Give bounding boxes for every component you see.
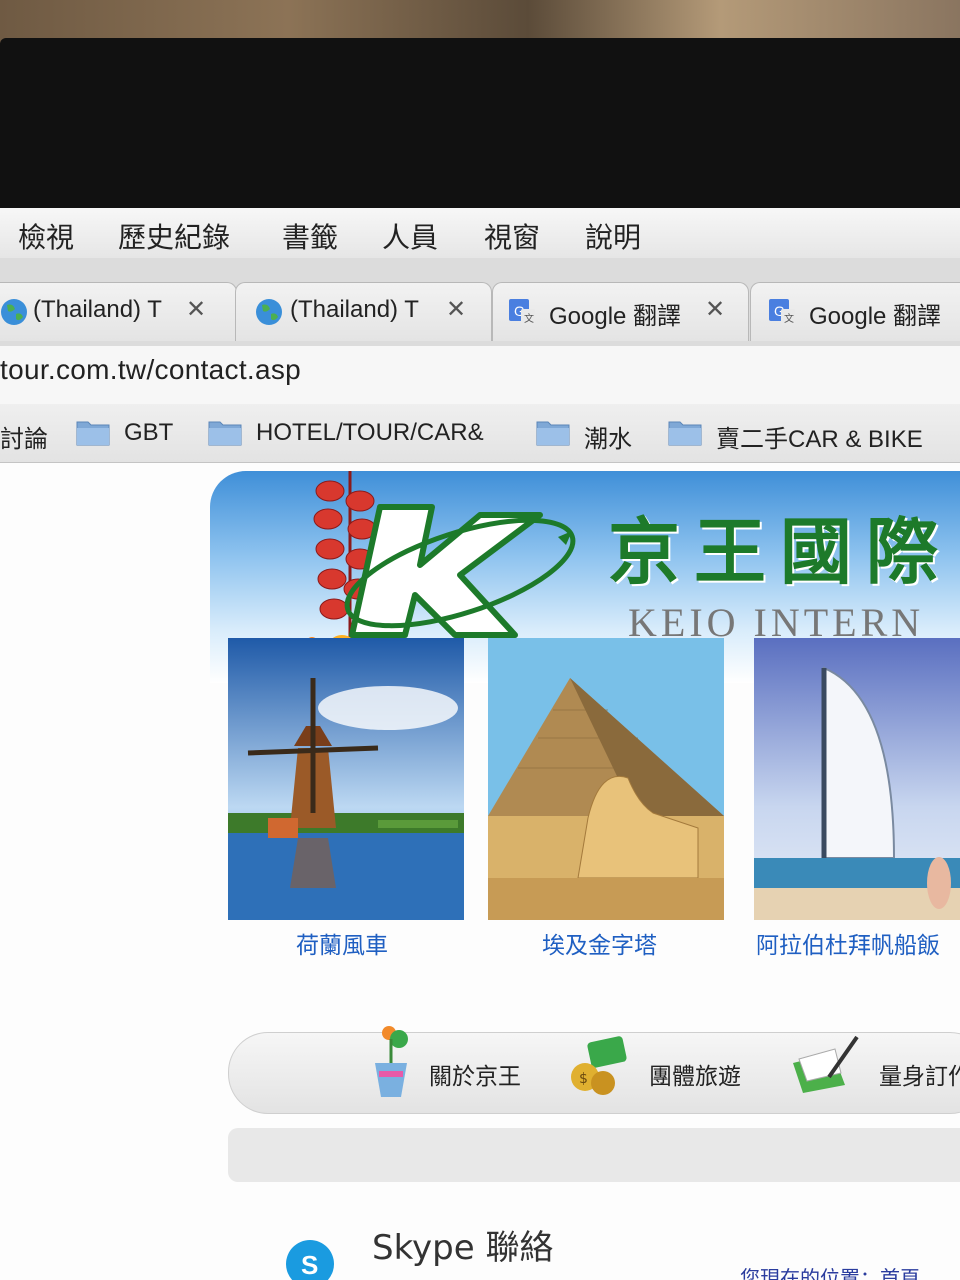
content-band	[228, 1128, 960, 1182]
destination-photo-pyramid[interactable]	[488, 638, 724, 920]
bookmark-partial[interactable]: 討論	[0, 419, 48, 454]
tab-label: (Thailand) T	[33, 296, 162, 323]
svg-text:$: $	[579, 1071, 588, 1087]
destination-photo-windmill[interactable]	[228, 638, 464, 920]
caption-pyramid[interactable]: 埃及金字塔	[542, 926, 657, 960]
company-name-cn: 京王國際	[608, 509, 953, 594]
close-icon[interactable]: ✕	[705, 295, 725, 323]
close-icon[interactable]: ✕	[186, 295, 206, 323]
bookmarks-bar: 討論 GBT HOTEL/TOUR/CAR& 潮水 賣二手CAR & BIKE	[0, 404, 960, 463]
site-nav-bar: 關於京王 $ 團體旅遊 量身訂作	[228, 1026, 960, 1114]
breadcrumb-location: 您現在的位置：首頁	[740, 1266, 920, 1280]
globe-icon	[1, 299, 27, 325]
address-bar[interactable]: tour.com.tw/contact.asp	[0, 346, 960, 405]
folder-icon	[208, 421, 242, 446]
tab-label: (Thailand) T	[290, 296, 419, 323]
flower-pot-icon	[367, 1023, 417, 1101]
folder-icon	[536, 421, 570, 446]
tab-google-translate-2[interactable]: G 文 Google 翻譯	[750, 282, 960, 341]
tab-strip: (Thailand) T ✕ (Thailand) T ✕ G 文 Google…	[0, 258, 960, 346]
globe-icon	[256, 299, 282, 325]
destination-photo-burj[interactable]	[754, 638, 960, 920]
menu-history[interactable]: 歷史紀錄	[118, 216, 230, 256]
nav-about-keio[interactable]: 關於京王	[429, 1057, 521, 1091]
tab-thailand-1[interactable]: (Thailand) T ✕	[0, 282, 237, 341]
google-translate-icon: G 文	[509, 299, 535, 325]
skype-contact-title: Skype 聯絡	[372, 1228, 554, 1268]
menu-help[interactable]: 說明	[585, 216, 641, 256]
tab-google-translate-1[interactable]: G 文 Google 翻譯 ✕	[492, 282, 749, 341]
caption-windmill[interactable]: 荷蘭風車	[296, 926, 388, 960]
browser-window: 檢視 歷史紀錄 書籤 人員 視窗 說明 (Thailand) T ✕ (Thai…	[0, 208, 960, 1280]
skype-icon: S	[284, 1238, 336, 1280]
google-translate-icon: G 文	[769, 299, 795, 325]
folder-icon	[668, 421, 702, 446]
pen-paper-icon	[789, 1033, 861, 1095]
money-coins-icon: $	[567, 1035, 631, 1097]
url-text[interactable]: tour.com.tw/contact.asp	[0, 354, 301, 386]
menu-people[interactable]: 人員	[382, 216, 438, 256]
tab-label: Google 翻譯	[809, 303, 942, 330]
folder-icon	[76, 421, 110, 446]
menu-bar: 檢視 歷史紀錄 書籤 人員 視窗 說明	[0, 208, 960, 259]
monitor-bezel	[0, 38, 960, 208]
tab-thailand-2[interactable]: (Thailand) T ✕	[235, 282, 492, 341]
tab-label: Google 翻譯	[549, 303, 682, 330]
caption-burj-al-arab[interactable]: 阿拉伯杜拜帆船飯	[756, 926, 940, 960]
company-logo	[344, 504, 576, 638]
bookmark-label: 賣二手CAR & BIKE	[716, 426, 923, 453]
close-icon[interactable]: ✕	[446, 295, 466, 323]
bookmark-label: HOTEL/TOUR/CAR&	[256, 419, 484, 446]
nav-group-tours[interactable]: 團體旅遊	[649, 1057, 741, 1091]
bookmark-label: GBT	[124, 419, 174, 446]
nav-custom-tours[interactable]: 量身訂作	[879, 1057, 960, 1091]
svg-text:S: S	[301, 1250, 318, 1280]
menu-bookmarks[interactable]: 書籤	[282, 216, 338, 256]
svg-text:文: 文	[524, 312, 534, 325]
menu-window[interactable]: 視窗	[484, 216, 540, 256]
bookmark-label: 潮水	[584, 426, 632, 453]
menu-view[interactable]: 檢視	[18, 216, 74, 256]
svg-text:文: 文	[784, 312, 794, 325]
